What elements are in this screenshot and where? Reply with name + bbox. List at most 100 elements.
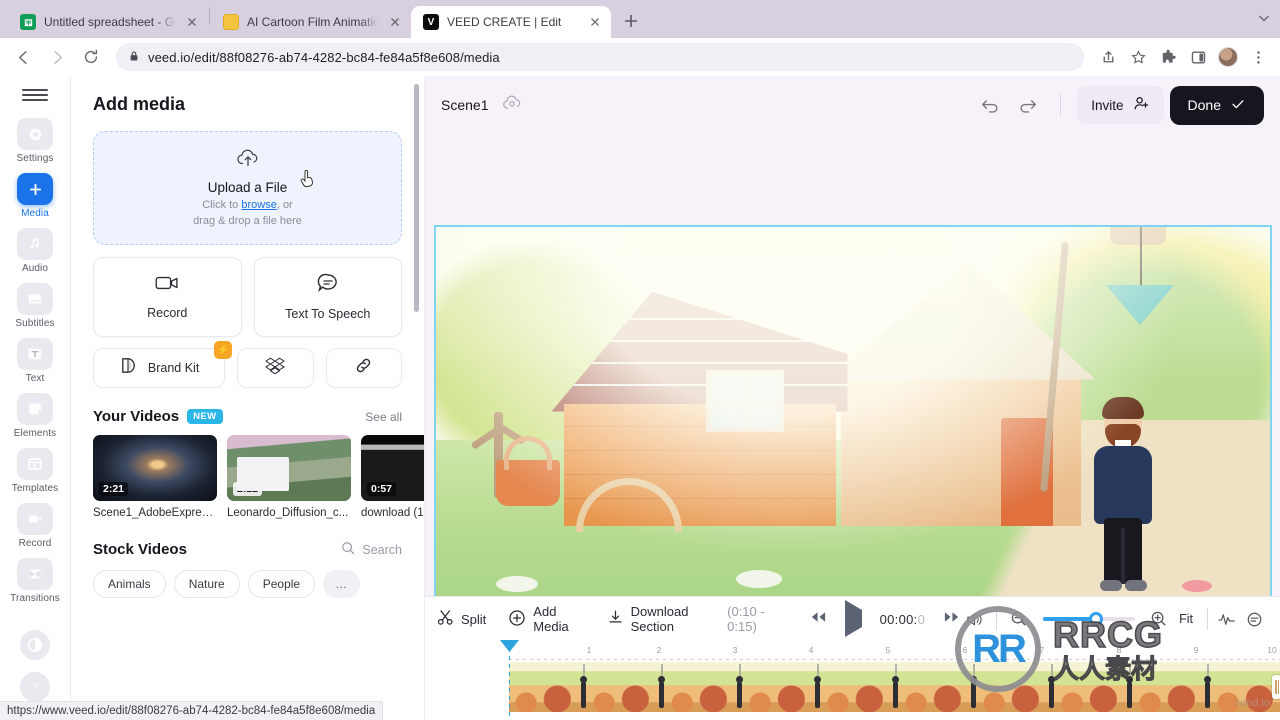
chrome-menu-icon[interactable] — [1244, 43, 1272, 71]
brand-kit-tile[interactable]: Brand Kit ⚡ — [93, 341, 233, 388]
stock-search[interactable]: Search — [341, 541, 402, 558]
skip-forward-icon[interactable] — [943, 610, 960, 629]
video-thumbnail[interactable]: 2:21 — [93, 435, 217, 501]
download-section-button[interactable]: Download Section (0:10 - 0:15) — [607, 604, 788, 634]
extensions-puzzle-icon[interactable] — [1154, 43, 1182, 71]
skip-back-icon[interactable] — [810, 610, 827, 629]
sidebar-item-media[interactable]: Media — [7, 173, 63, 219]
record-tile[interactable]: Record — [93, 257, 242, 337]
scissors-icon — [437, 609, 454, 629]
redo-icon[interactable] — [1012, 89, 1044, 121]
chevron-down-icon[interactable] — [1256, 10, 1272, 31]
timecode[interactable]: 00:00:0 — [880, 612, 925, 627]
pro-badge-icon: ⚡ — [214, 341, 233, 359]
view-controls: Fit — [960, 605, 1268, 633]
video-preview-canvas[interactable] — [433, 224, 1272, 612]
close-icon[interactable] — [587, 14, 603, 30]
zoom-in-icon[interactable] — [1145, 605, 1173, 633]
browser-tab-3[interactable]: V VEED CREATE | Edit — [411, 6, 611, 38]
bookmark-star-icon[interactable] — [1124, 43, 1152, 71]
panel-scrollbar[interactable] — [414, 84, 419, 312]
browse-link[interactable]: browse — [241, 199, 276, 211]
list-item[interactable]: 0:57 download (1 — [361, 435, 424, 519]
video-name: download (1 — [361, 507, 424, 519]
address-bar[interactable]: veed.io/edit/88f08276-ab74-4282-bc84-fe8… — [116, 43, 1084, 71]
plus-icon — [17, 173, 53, 205]
veed-watermark: veed.io — [1234, 697, 1270, 709]
download-label: Download Section — [630, 604, 689, 634]
browser-tab-2[interactable]: AI Cartoon Film Animation - Go — [211, 6, 411, 38]
chip-people[interactable]: People — [247, 570, 316, 598]
timeline-playhead[interactable] — [500, 640, 519, 720]
contrast-icon[interactable] — [20, 630, 50, 660]
fit-button[interactable]: Fit — [1179, 612, 1193, 626]
close-icon[interactable] — [387, 14, 403, 30]
video-duration: 2:21 — [99, 482, 129, 496]
add-person-icon — [1133, 95, 1150, 115]
timeline[interactable]: 1 2 3 4 5 6 7 8 9 10 11 12 13 14 15 — [425, 640, 1280, 720]
profile-avatar[interactable] — [1214, 43, 1242, 71]
menu-icon[interactable] — [22, 86, 48, 104]
chip-animals[interactable]: Animals — [93, 570, 166, 598]
sidebar-item-transitions[interactable]: Transitions — [7, 558, 63, 604]
back-icon[interactable] — [8, 42, 38, 72]
zoom-slider[interactable] — [1043, 612, 1136, 626]
sidebar-item-text[interactable]: Text — [7, 338, 63, 384]
upload-subtitle: Click to browse, or drag & drop a file h… — [193, 198, 302, 230]
sidebar-item-audio[interactable]: Audio — [7, 228, 63, 274]
captions-icon[interactable] — [1240, 605, 1268, 633]
text-to-speech-tile[interactable]: Text To Speech — [253, 257, 402, 337]
list-item[interactable]: 2:22 Leonardo_Diffusion_c... — [227, 435, 351, 519]
ruler-tick: 9 — [1193, 645, 1199, 655]
volume-icon[interactable] — [960, 605, 988, 633]
share-icon[interactable] — [1094, 43, 1122, 71]
reload-icon[interactable] — [76, 42, 106, 72]
chip-more[interactable]: … — [323, 570, 361, 598]
timeline-track[interactable]: veed.io — [509, 662, 1280, 712]
link-icon — [354, 356, 373, 380]
lock-icon — [128, 50, 140, 65]
done-button[interactable]: Done — [1169, 85, 1264, 125]
character-figure — [1088, 396, 1158, 596]
sidebar-item-templates[interactable]: Templates — [7, 448, 63, 494]
close-icon[interactable] — [184, 14, 200, 30]
templates-icon — [17, 448, 53, 480]
dropbox-tile[interactable] — [237, 348, 314, 388]
waveform-icon[interactable] — [1212, 605, 1240, 633]
divider — [1060, 94, 1062, 116]
ruler-tick: 5 — [885, 645, 891, 655]
sidebar-item-subtitles[interactable]: Subtitles — [7, 283, 63, 329]
link-tile[interactable] — [325, 348, 403, 388]
video-thumbnail[interactable]: 2:22 — [227, 435, 351, 501]
sidebar-item-elements[interactable]: Elements — [7, 393, 63, 439]
upload-sub-pre: Click to — [202, 198, 242, 211]
browser-toolbar: veed.io/edit/88f08276-ab74-4282-bc84-fe8… — [0, 38, 1280, 76]
timeline-ruler[interactable]: 1 2 3 4 5 6 7 8 9 10 11 12 13 14 15 — [425, 640, 1280, 660]
sidebar-item-record[interactable]: Record — [7, 503, 63, 549]
sidebar-item-settings[interactable]: Settings — [7, 118, 63, 164]
add-media-button[interactable]: Add Media — [508, 604, 584, 634]
tab-strip: Untitled spreadsheet - Google AI Cartoon… — [0, 0, 1280, 38]
upload-dropzone[interactable]: Upload a File Click to browse, or drag &… — [93, 131, 402, 245]
check-icon — [1230, 96, 1246, 115]
side-panel-icon[interactable] — [1184, 43, 1212, 71]
scene-name[interactable]: Scene1 — [441, 97, 488, 113]
new-tab-button[interactable] — [617, 7, 645, 35]
see-all-link[interactable]: See all — [365, 410, 402, 424]
zoom-out-icon[interactable] — [1005, 605, 1033, 633]
help-question-icon[interactable]: ? — [20, 672, 50, 702]
settings-icon — [17, 118, 53, 150]
split-button[interactable]: Split — [437, 609, 486, 629]
tile-label: Text To Speech — [285, 307, 371, 321]
browser-chrome: Untitled spreadsheet - Google AI Cartoon… — [0, 0, 1280, 76]
forward-icon[interactable] — [42, 42, 72, 72]
list-item[interactable]: 2:21 Scene1_AdobeExpres... — [93, 435, 217, 519]
upload-sub-post: , or — [276, 198, 293, 211]
undo-icon[interactable] — [974, 89, 1006, 121]
video-camera-icon — [155, 274, 179, 297]
browser-tab-1[interactable]: Untitled spreadsheet - Google — [8, 6, 208, 38]
video-thumbnail[interactable]: 0:57 — [361, 435, 424, 501]
chip-nature[interactable]: Nature — [173, 570, 240, 598]
invite-button[interactable]: Invite — [1077, 86, 1164, 124]
play-icon[interactable] — [844, 600, 862, 637]
